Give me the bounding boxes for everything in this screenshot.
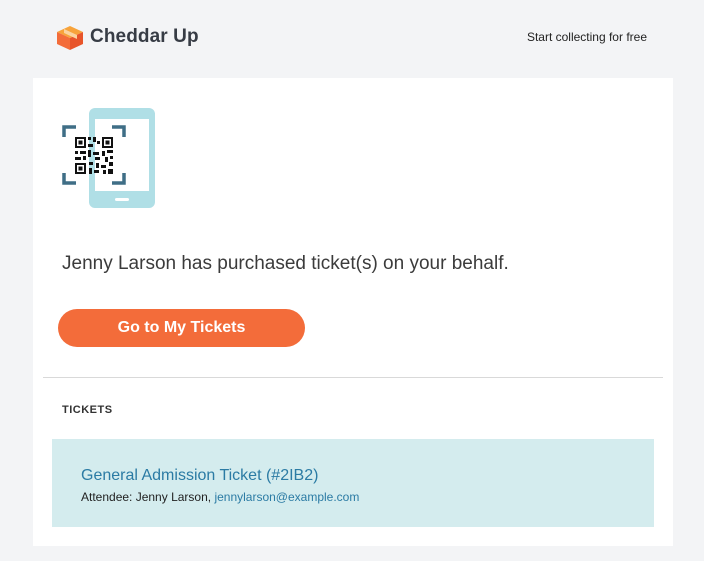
divider — [43, 377, 663, 378]
ticket-attendee: Attendee: Jenny Larson, jennylarson@exam… — [81, 490, 359, 504]
purchase-message: Jenny Larson has purchased ticket(s) on … — [62, 253, 509, 274]
ticket-name: General Admission Ticket (#2IB2) — [81, 467, 319, 484]
cheddar-up-logo-icon — [57, 26, 83, 50]
logo[interactable]: Cheddar Up — [55, 23, 199, 51]
attendee-label: Attendee: Jenny Larson, — [81, 490, 212, 504]
start-collecting-link[interactable]: Start collecting for free — [527, 30, 647, 44]
email-header: Cheddar Up Start collecting for free — [0, 0, 704, 78]
email-card: Jenny Larson has purchased ticket(s) on … — [33, 78, 673, 546]
attendee-email-link[interactable]: jennylarson@example.com — [214, 490, 359, 504]
ticket-item: General Admission Ticket (#2IB2) Attende… — [52, 439, 654, 527]
logo-text: Cheddar Up — [90, 26, 199, 47]
go-to-my-tickets-button[interactable]: Go to My Tickets — [58, 309, 305, 347]
tickets-section-title: TICKETS — [62, 404, 113, 416]
qr-code-phone-icon — [62, 108, 155, 208]
